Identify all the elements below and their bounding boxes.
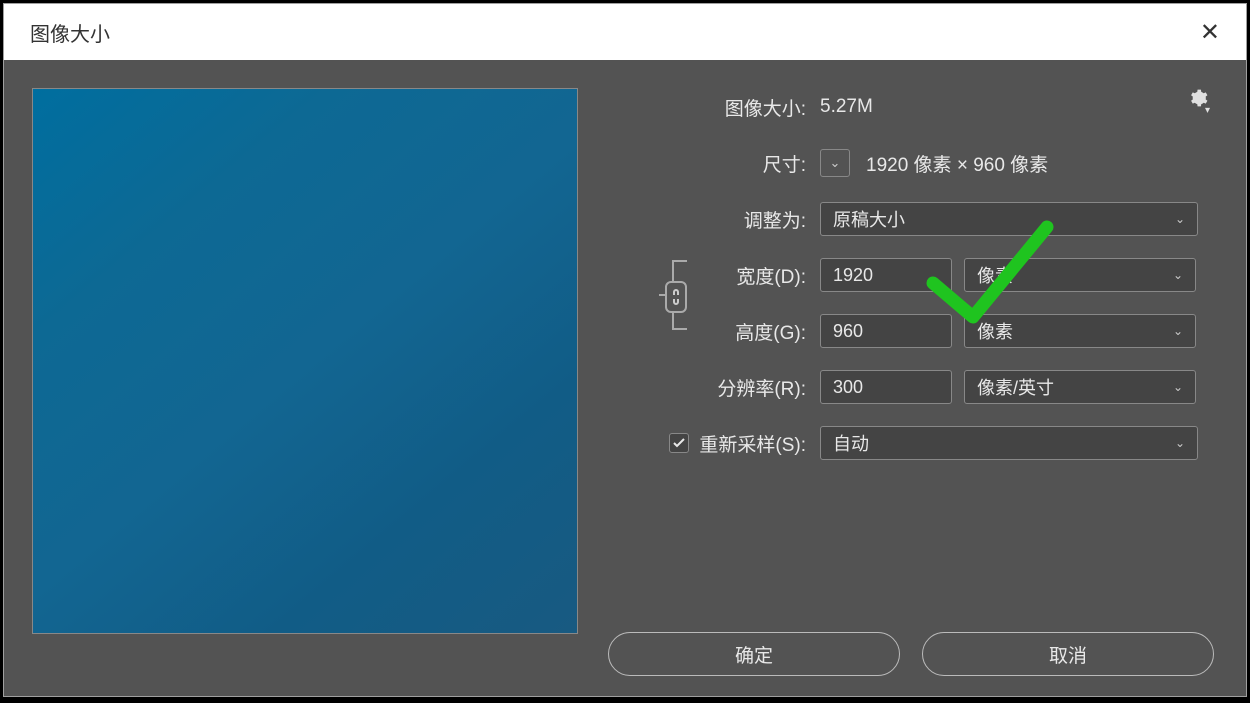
label-width: 宽度(D): bbox=[608, 262, 820, 289]
chevron-down-icon: ⌄ bbox=[1175, 212, 1185, 226]
image-preview bbox=[32, 88, 578, 634]
row-image-size: 图像大小: 5.27M bbox=[608, 88, 1228, 126]
row-dimensions: 尺寸: ⌄ 1920 像素 × 960 像素 bbox=[608, 144, 1228, 182]
width-unit-select[interactable]: 像素 ⌄ bbox=[964, 258, 1196, 292]
dimensions-unit-dropdown[interactable]: ⌄ bbox=[820, 149, 850, 177]
row-fit-to: 调整为: 原稿大小 ⌄ bbox=[608, 200, 1228, 238]
label-dimensions: 尺寸: bbox=[608, 150, 820, 177]
height-input[interactable] bbox=[820, 314, 952, 348]
resample-method-value: 自动 bbox=[833, 430, 869, 456]
label-fit-to: 调整为: bbox=[608, 206, 820, 233]
chevron-down-icon: ⌄ bbox=[1173, 324, 1183, 338]
image-size-dialog: 图像大小 ✕ ▾ 图像大小: 5.27M 尺寸: ⌄ 1920 像素 × 960… bbox=[3, 3, 1247, 697]
row-resample: 重新采样(S): 自动 ⌄ bbox=[608, 424, 1228, 462]
chevron-down-icon: ⌄ bbox=[830, 155, 841, 171]
button-row: 确定 取消 bbox=[608, 632, 1214, 676]
form-area: ▾ 图像大小: 5.27M 尺寸: ⌄ 1920 像素 × 960 像素 调整为… bbox=[608, 88, 1228, 678]
check-icon bbox=[672, 436, 686, 450]
constrain-proportions-toggle[interactable] bbox=[665, 281, 687, 313]
row-width: 宽度(D): 像素 ⌄ bbox=[608, 256, 1228, 294]
label-height: 高度(G): bbox=[608, 318, 820, 345]
row-height: 高度(G): 像素 ⌄ bbox=[608, 312, 1228, 350]
row-resolution: 分辨率(R): 像素/英寸 ⌄ bbox=[608, 368, 1228, 406]
chevron-down-icon: ⌄ bbox=[1173, 268, 1183, 282]
width-input[interactable] bbox=[820, 258, 952, 292]
resolution-unit-value: 像素/英寸 bbox=[977, 374, 1054, 400]
height-unit-select[interactable]: 像素 ⌄ bbox=[964, 314, 1196, 348]
chevron-down-icon: ⌄ bbox=[1173, 380, 1183, 394]
titlebar: 图像大小 ✕ bbox=[4, 4, 1246, 60]
value-dimensions: 1920 像素 × 960 像素 bbox=[866, 150, 1048, 177]
resolution-unit-select[interactable]: 像素/英寸 ⌄ bbox=[964, 370, 1196, 404]
value-image-size: 5.27M bbox=[820, 96, 873, 118]
dialog-content: ▾ 图像大小: 5.27M 尺寸: ⌄ 1920 像素 × 960 像素 调整为… bbox=[4, 60, 1246, 696]
fit-to-value: 原稿大小 bbox=[833, 206, 905, 232]
width-unit-value: 像素 bbox=[977, 262, 1013, 288]
ok-button[interactable]: 确定 bbox=[608, 632, 900, 676]
resample-checkbox[interactable] bbox=[669, 433, 689, 453]
fit-to-select[interactable]: 原稿大小 ⌄ bbox=[820, 202, 1198, 236]
resample-method-select[interactable]: 自动 ⌄ bbox=[820, 426, 1198, 460]
label-resample: 重新采样(S): bbox=[699, 430, 806, 457]
chevron-down-icon: ⌄ bbox=[1175, 436, 1185, 450]
close-icon[interactable]: ✕ bbox=[1200, 18, 1220, 47]
label-resolution: 分辨率(R): bbox=[608, 374, 820, 401]
resolution-input[interactable] bbox=[820, 370, 952, 404]
window-title: 图像大小 bbox=[30, 18, 110, 47]
gear-icon[interactable]: ▾ bbox=[1188, 88, 1208, 114]
cancel-button[interactable]: 取消 bbox=[922, 632, 1214, 676]
height-unit-value: 像素 bbox=[977, 318, 1013, 344]
label-image-size: 图像大小: bbox=[608, 94, 820, 121]
